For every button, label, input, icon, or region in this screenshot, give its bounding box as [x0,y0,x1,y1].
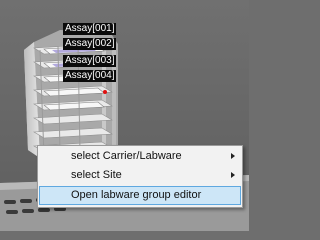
assay-label-002[interactable]: Assay[002] [63,38,117,50]
menu-item-label: select Site [71,169,122,181]
menu-item-label: select Carrier/Labware [71,150,182,162]
selection-marker [103,90,107,94]
menu-item-open-labware-group-editor[interactable]: Open labware group editor [39,186,241,205]
assay-label-003[interactable]: Assay[003] [63,55,117,67]
submenu-arrow-icon [231,172,235,178]
context-menu: select Carrier/Labware select Site Open … [37,145,243,208]
assay-label-001[interactable]: Assay[001] [63,23,117,35]
menu-item-label: Open labware group editor [71,189,202,201]
assay-label-004[interactable]: Assay[004] [63,70,117,82]
submenu-arrow-icon [231,153,235,159]
menu-item-select-carrier-labware[interactable]: select Carrier/Labware [39,147,241,166]
menu-item-select-site[interactable]: select Site [39,166,241,185]
